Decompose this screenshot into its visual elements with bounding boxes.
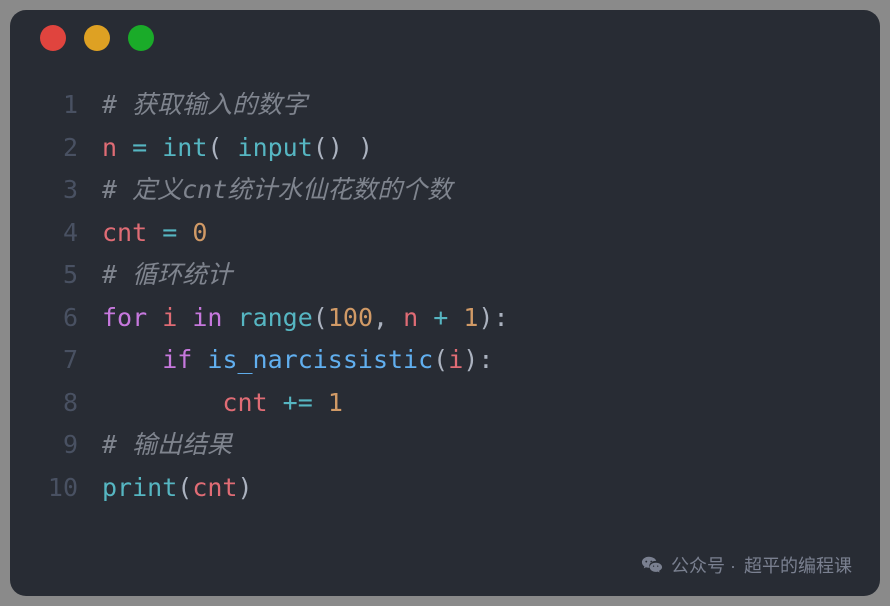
line-content: # 定义cnt统计水仙花数的个数 xyxy=(102,169,452,212)
code-token: cnt xyxy=(102,218,147,247)
line-number: 2 xyxy=(10,127,102,170)
code-token xyxy=(117,133,132,162)
code-token: 100 xyxy=(328,303,373,332)
code-token xyxy=(177,218,192,247)
code-token: = xyxy=(132,133,147,162)
line-number: 4 xyxy=(10,212,102,255)
code-token: for xyxy=(102,303,147,332)
code-window: 1# 获取输入的数字2n = int( input() )3# 定义cnt统计水… xyxy=(10,10,880,596)
code-line: 5# 循环统计 xyxy=(10,254,880,297)
line-content: cnt += 1 xyxy=(102,382,343,425)
code-token xyxy=(102,388,222,417)
code-line: 8 cnt += 1 xyxy=(10,382,880,425)
line-content: if is_narcissistic(i): xyxy=(102,339,493,382)
line-content: # 获取输入的数字 xyxy=(102,84,307,127)
code-line: 9# 输出结果 xyxy=(10,424,880,467)
titlebar xyxy=(10,10,880,66)
code-token: : xyxy=(478,345,493,374)
code-token: n xyxy=(403,303,418,332)
code-token: , xyxy=(373,303,403,332)
code-token xyxy=(192,345,207,374)
code-token xyxy=(222,303,237,332)
line-number: 8 xyxy=(10,382,102,425)
code-token: n xyxy=(102,133,117,162)
code-token: 1 xyxy=(463,303,478,332)
code-token: print xyxy=(102,473,177,502)
watermark-name: 超平的编程课 xyxy=(744,552,852,578)
code-token: ) xyxy=(478,303,493,332)
code-token xyxy=(147,303,162,332)
code-token: ( xyxy=(207,133,237,162)
code-token: : xyxy=(493,303,508,332)
code-token: 0 xyxy=(192,218,207,247)
code-line: 6for i in range(100, n + 1): xyxy=(10,297,880,340)
line-content: print(cnt) xyxy=(102,467,253,510)
line-content: # 循环统计 xyxy=(102,254,232,297)
code-token: += xyxy=(283,388,313,417)
code-token: = xyxy=(162,218,177,247)
line-content: for i in range(100, n + 1): xyxy=(102,297,509,340)
minimize-icon[interactable] xyxy=(84,25,110,51)
code-token: input xyxy=(238,133,313,162)
line-content: n = int( input() ) xyxy=(102,127,373,170)
line-content: cnt = 0 xyxy=(102,212,207,255)
code-token xyxy=(448,303,463,332)
line-content: # 输出结果 xyxy=(102,424,232,467)
code-line: 10print(cnt) xyxy=(10,467,880,510)
code-token xyxy=(313,388,328,417)
zoom-icon[interactable] xyxy=(128,25,154,51)
code-token: i xyxy=(448,345,463,374)
code-token: range xyxy=(238,303,313,332)
code-area: 1# 获取输入的数字2n = int( input() )3# 定义cnt统计水… xyxy=(10,66,880,509)
code-line: 4cnt = 0 xyxy=(10,212,880,255)
watermark-prefix: 公众号 · xyxy=(671,552,736,578)
code-token: 1 xyxy=(328,388,343,417)
code-token: cnt xyxy=(222,388,267,417)
line-number: 3 xyxy=(10,169,102,212)
code-token: # 输出结果 xyxy=(102,430,232,459)
code-token: () xyxy=(313,133,343,162)
code-token: ( xyxy=(177,473,192,502)
code-token xyxy=(102,345,162,374)
line-number: 9 xyxy=(10,424,102,467)
line-number: 1 xyxy=(10,84,102,127)
wechat-icon xyxy=(641,554,663,576)
close-icon[interactable] xyxy=(40,25,66,51)
code-line: 1# 获取输入的数字 xyxy=(10,84,880,127)
code-line: 2n = int( input() ) xyxy=(10,127,880,170)
code-line: 7 if is_narcissistic(i): xyxy=(10,339,880,382)
code-token: ) xyxy=(463,345,478,374)
code-token: # 定义cnt统计水仙花数的个数 xyxy=(102,175,452,204)
code-token: if xyxy=(162,345,192,374)
line-number: 5 xyxy=(10,254,102,297)
line-number: 7 xyxy=(10,339,102,382)
code-token: ( xyxy=(313,303,328,332)
code-token xyxy=(418,303,433,332)
code-token: # 循环统计 xyxy=(102,260,232,289)
code-token: # 获取输入的数字 xyxy=(102,90,307,119)
code-token xyxy=(268,388,283,417)
code-token: is_narcissistic xyxy=(207,345,433,374)
code-token: ( xyxy=(433,345,448,374)
code-token: ) xyxy=(237,473,252,502)
code-token: int xyxy=(162,133,207,162)
code-token: i xyxy=(162,303,177,332)
line-number: 10 xyxy=(10,467,102,510)
code-line: 3# 定义cnt统计水仙花数的个数 xyxy=(10,169,880,212)
line-number: 6 xyxy=(10,297,102,340)
code-token: cnt xyxy=(192,473,237,502)
code-token: in xyxy=(192,303,222,332)
code-token xyxy=(147,133,162,162)
code-token xyxy=(177,303,192,332)
watermark: 公众号 · 超平的编程课 xyxy=(641,552,852,578)
code-token: ) xyxy=(343,133,373,162)
code-token: + xyxy=(433,303,448,332)
code-token xyxy=(147,218,162,247)
